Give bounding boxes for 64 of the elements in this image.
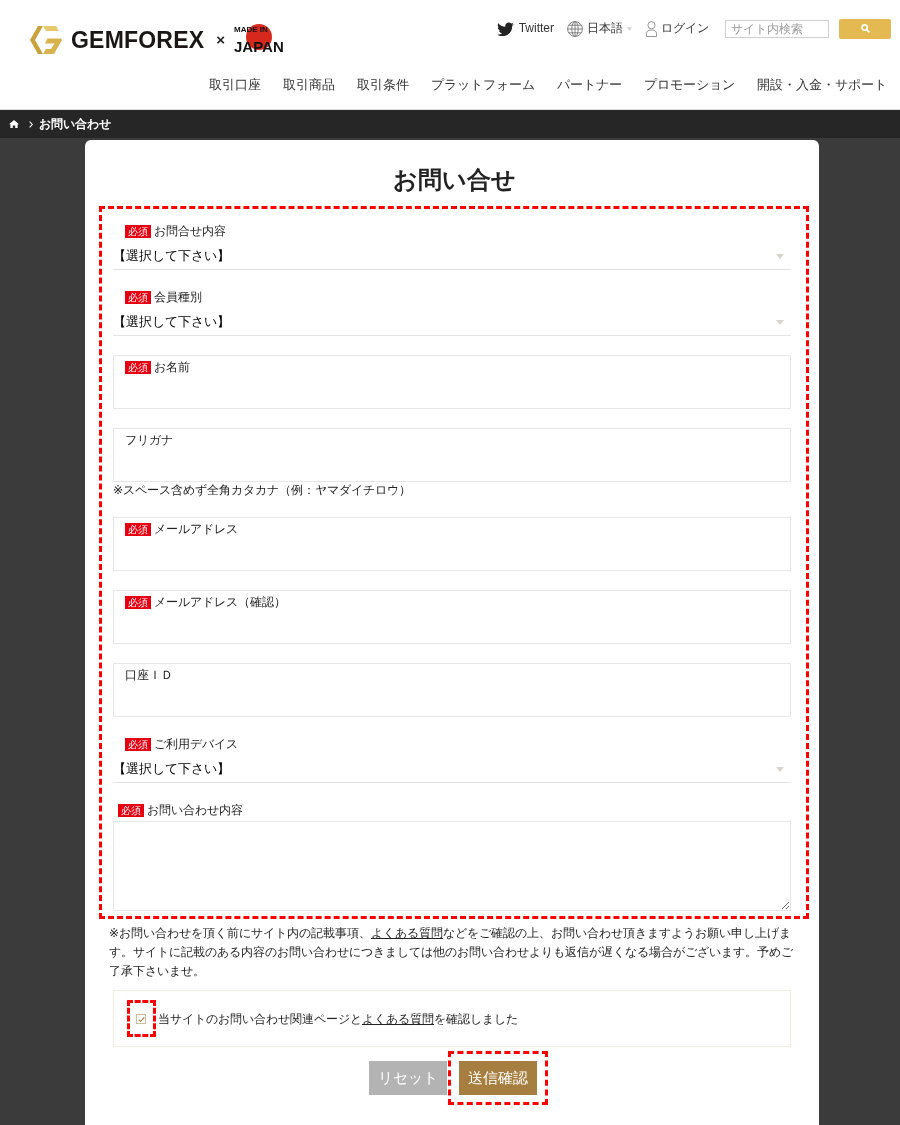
select-field[interactable]: 【選択して下さい】 bbox=[113, 243, 791, 270]
required-badge: 必須 bbox=[125, 522, 151, 536]
required-badge: 必須 bbox=[125, 290, 151, 304]
gem-emblem-icon bbox=[30, 26, 62, 54]
user-icon bbox=[646, 20, 657, 37]
faq-link[interactable]: よくある質問 bbox=[362, 1011, 434, 1026]
select-value: 【選択して下さい】 bbox=[113, 313, 230, 331]
chevron-icon bbox=[29, 120, 33, 128]
notice-text: ※お問い合わせを頂く前にサイト内の記載事項、よくある質問などをご確認の上、お問い合わせ頂きますようお願い申し上げます。サイトに記載のある内容のお問い合わせにつきましては他のお問い合わせよりも返信が遅くなる場合がございます。予めご了承下さいませ。 bbox=[109, 925, 794, 980]
header-link[interactable]: Twitter bbox=[496, 21, 554, 36]
input-field[interactable]: 必須 メールアドレス（確認） bbox=[113, 590, 791, 644]
separator-mark: × bbox=[216, 30, 225, 50]
field-label: ご利用デバイス bbox=[154, 736, 238, 752]
nav-link[interactable]: 取引条件 bbox=[357, 76, 409, 94]
globe-icon bbox=[567, 20, 583, 37]
caret-icon bbox=[776, 766, 784, 772]
caret-icon bbox=[627, 26, 632, 31]
field-label: メールアドレス（確認） bbox=[154, 594, 286, 610]
required-badge: 必須 bbox=[125, 737, 151, 751]
search-icon bbox=[860, 24, 870, 33]
field-label: フリガナ bbox=[125, 432, 173, 448]
field-label: お名前 bbox=[154, 359, 190, 375]
nav-link[interactable]: 開設・入金・サポート bbox=[757, 76, 887, 94]
input-field[interactable]: 口座ＩＤ bbox=[113, 663, 791, 717]
page-title: お問い合せ bbox=[391, 165, 517, 195]
select-value: 【選択して下さい】 bbox=[113, 760, 230, 778]
required-badge: 必須 bbox=[125, 224, 151, 238]
header-link[interactable]: ログイン bbox=[646, 20, 709, 37]
header-link[interactable]: 日本語 bbox=[567, 20, 632, 37]
search-button[interactable] bbox=[839, 18, 891, 39]
caret-icon bbox=[776, 319, 784, 325]
caret-icon bbox=[776, 253, 784, 259]
home-icon[interactable] bbox=[9, 120, 19, 128]
submit-button[interactable]: 送信確認 bbox=[458, 1061, 537, 1095]
nav-link[interactable]: プラットフォーム bbox=[431, 76, 535, 94]
consent-text: 当サイトのお問い合わせ関連ページと よくある質問を確認しました bbox=[158, 1010, 518, 1027]
required-badge: 必須 bbox=[118, 803, 144, 817]
required-badge: 必須 bbox=[125, 595, 151, 609]
badge-text: JAPAN bbox=[234, 38, 284, 55]
message-field[interactable] bbox=[113, 821, 791, 911]
bird-icon bbox=[496, 21, 514, 36]
brand-name: GEMFOREX bbox=[71, 26, 205, 54]
field-label: お問合せ内容 bbox=[154, 223, 226, 239]
search-field[interactable]: サイト内検索 bbox=[725, 19, 829, 38]
input-field[interactable]: 必須 お名前 bbox=[113, 355, 791, 409]
nav-link[interactable]: 取引口座 bbox=[209, 76, 261, 94]
input-field[interactable]: 必須 メールアドレス bbox=[113, 517, 791, 571]
hint-text: ※スペース含めず全角カタカナ（例：ヤマダイチロウ） bbox=[113, 483, 413, 498]
nav-link[interactable]: 取引商品 bbox=[283, 76, 335, 94]
field-label: メールアドレス bbox=[154, 521, 238, 537]
nav-link[interactable]: パートナー bbox=[557, 76, 622, 94]
field-label: 会員種別 bbox=[154, 289, 202, 305]
select-field[interactable]: 【選択して下さい】 bbox=[113, 756, 791, 783]
faq-link[interactable]: よくある質問 bbox=[371, 926, 444, 940]
input-field[interactable]: フリガナ bbox=[113, 428, 791, 482]
select-field[interactable]: 【選択して下さい】 bbox=[113, 309, 791, 336]
field-label: お問い合わせ内容 bbox=[147, 802, 243, 818]
tick-icon bbox=[137, 1015, 145, 1023]
checkbox[interactable] bbox=[136, 1014, 146, 1024]
field-label: 口座ＩＤ bbox=[125, 667, 173, 683]
required-badge: 必須 bbox=[125, 360, 151, 374]
nav-link[interactable]: プロモーション bbox=[644, 76, 735, 94]
breadcrumb-current: お問い合わせ bbox=[39, 117, 111, 131]
select-value: 【選択して下さい】 bbox=[113, 247, 230, 265]
